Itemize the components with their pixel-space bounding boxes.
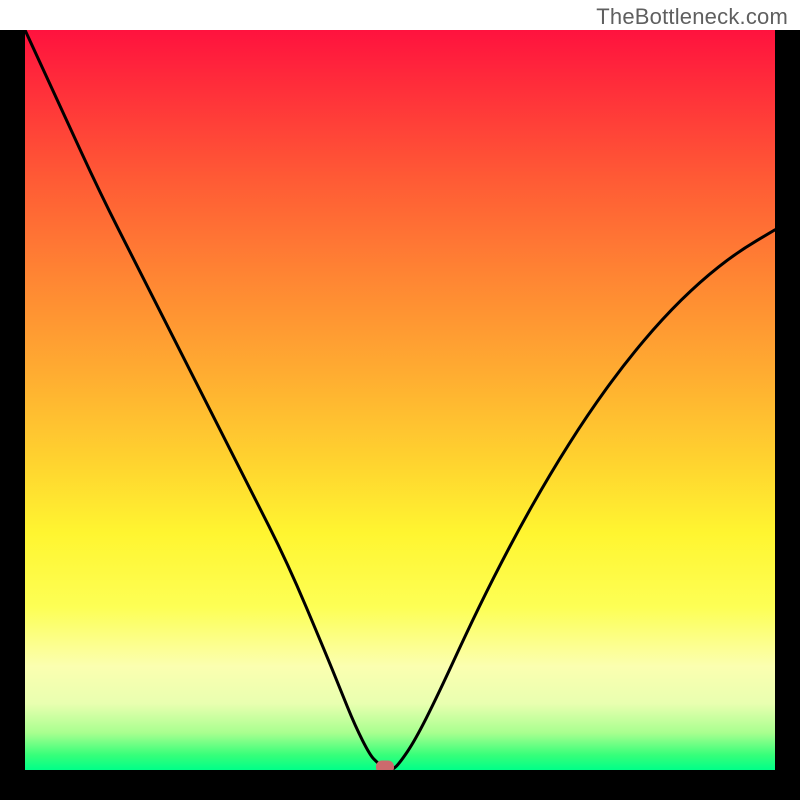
curve-layer	[25, 30, 775, 770]
chart-container: TheBottleneck.com	[0, 0, 800, 800]
bottleneck-curve	[25, 30, 775, 770]
optimal-point-marker	[376, 761, 394, 771]
plot-area	[25, 30, 775, 770]
plot-frame	[0, 30, 800, 800]
watermark-text: TheBottleneck.com	[596, 4, 788, 30]
